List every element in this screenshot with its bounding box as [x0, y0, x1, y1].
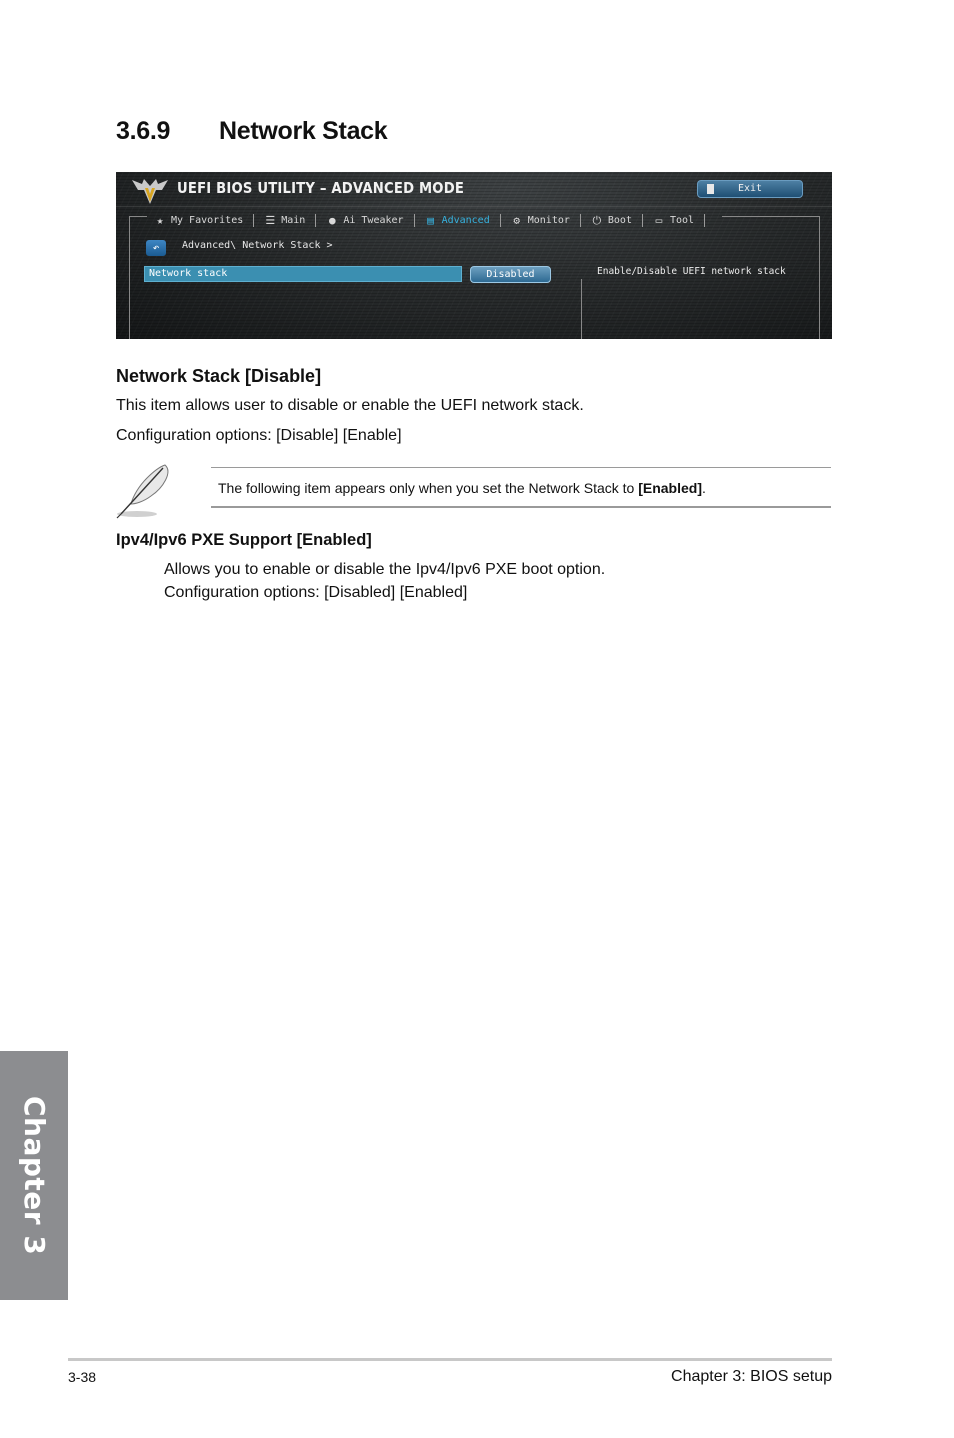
setting-label: Network stack [149, 268, 228, 279]
chapter-tab-label: Chapter 3 [18, 1096, 51, 1256]
footer-rule [68, 1358, 832, 1361]
item-options: Configuration options: [Disable] [Enable… [116, 427, 402, 444]
tab-separator [704, 213, 706, 227]
tab-label: Boot [607, 214, 632, 226]
tab-tool[interactable]: ▭ Tool [653, 215, 694, 226]
tab-label: Ai Tweaker [343, 214, 404, 226]
help-text: Enable/Disable UEFI network stack [597, 266, 786, 277]
tab-separator [499, 213, 501, 227]
list-icon: ☰ [265, 213, 276, 227]
tab-label: Tool [669, 214, 695, 226]
tab-separator [315, 213, 317, 227]
tab-separator [641, 213, 643, 227]
section-number: 3.6.9 [116, 117, 171, 145]
back-arrow-icon: ↶ [152, 241, 160, 254]
section-name: Network Stack [219, 117, 388, 145]
tab-main[interactable]: ☰ Main [264, 215, 305, 226]
item-options: Configuration options: [Disabled] [Enabl… [164, 584, 468, 601]
power-icon: ⏻ [592, 213, 602, 227]
tab-ai-tweaker[interactable]: ● Ai Tweaker [326, 213, 404, 227]
tab-label: Monitor [527, 214, 570, 226]
frame-line [129, 216, 147, 217]
note-text-bold: [Enabled] [638, 480, 702, 496]
tab-separator [413, 213, 415, 227]
page-number: 3-38 [68, 1369, 97, 1385]
note-bottom-rule [211, 506, 831, 508]
section-title: 3.6.9 Network Stack [116, 117, 388, 146]
star-icon: ★ [156, 213, 164, 227]
tab-label: Main [281, 214, 306, 226]
bios-title: UEFI BIOS UTILITY – ADVANCED MODE [177, 179, 465, 197]
note-text: The following item appears only when you… [218, 480, 706, 496]
advanced-icon: ▤ [427, 213, 434, 227]
monitor-icon: ⚙ [513, 213, 521, 227]
note-text-after: . [702, 480, 706, 496]
setting-row-network-stack[interactable]: Network stack [144, 266, 462, 282]
tab-boot[interactable]: ⏻ Boot [591, 215, 632, 226]
exit-button[interactable]: Exit [697, 180, 803, 198]
tab-separator [579, 213, 581, 227]
note-text-before: The following item appears only when you… [218, 480, 639, 496]
item-description: Allows you to enable or disable the Ipv4… [164, 561, 606, 578]
item-heading: Network Stack [Disable] [116, 366, 322, 386]
item-description: This item allows user to disable or enab… [116, 397, 584, 414]
feather-note-icon [116, 464, 169, 519]
bios-nav-tabs: ★ My Favorites ☰ Main ● Ai Tweaker ▤ Adv… [154, 212, 715, 228]
bios-screenshot: UEFI BIOS UTILITY – ADVANCED MODE Exit ★… [116, 172, 832, 339]
exit-door-icon [707, 184, 714, 194]
chapter-tab: Chapter 3 [0, 1051, 68, 1300]
frame-line [722, 216, 820, 217]
back-button[interactable]: ↶ [146, 240, 166, 256]
tab-separator [253, 213, 255, 227]
tweaker-icon: ● [329, 213, 336, 227]
frame-line [819, 216, 820, 339]
frame-line [129, 216, 130, 339]
tab-my-favorites[interactable]: ★ My Favorites [154, 213, 244, 227]
tab-advanced[interactable]: ▤ Advanced [425, 213, 490, 227]
tab-label: My Favorites [171, 214, 244, 226]
setting-value-button[interactable]: Disabled [470, 266, 551, 283]
tab-label: Advanced [441, 214, 490, 226]
tool-icon: ▭ [655, 213, 663, 227]
breadcrumb: Advanced\ Network Stack > [182, 240, 333, 251]
help-divider [581, 279, 582, 339]
exit-label: Exit [738, 183, 763, 194]
tuf-logo-icon [132, 179, 168, 204]
header-divider [116, 206, 832, 207]
item-heading: Ipv4/Ipv6 PXE Support [Enabled] [116, 531, 372, 549]
footer-chapter: Chapter 3: BIOS setup [671, 1368, 832, 1385]
tab-monitor[interactable]: ⚙ Monitor [511, 213, 570, 227]
note-top-rule [211, 467, 831, 468]
